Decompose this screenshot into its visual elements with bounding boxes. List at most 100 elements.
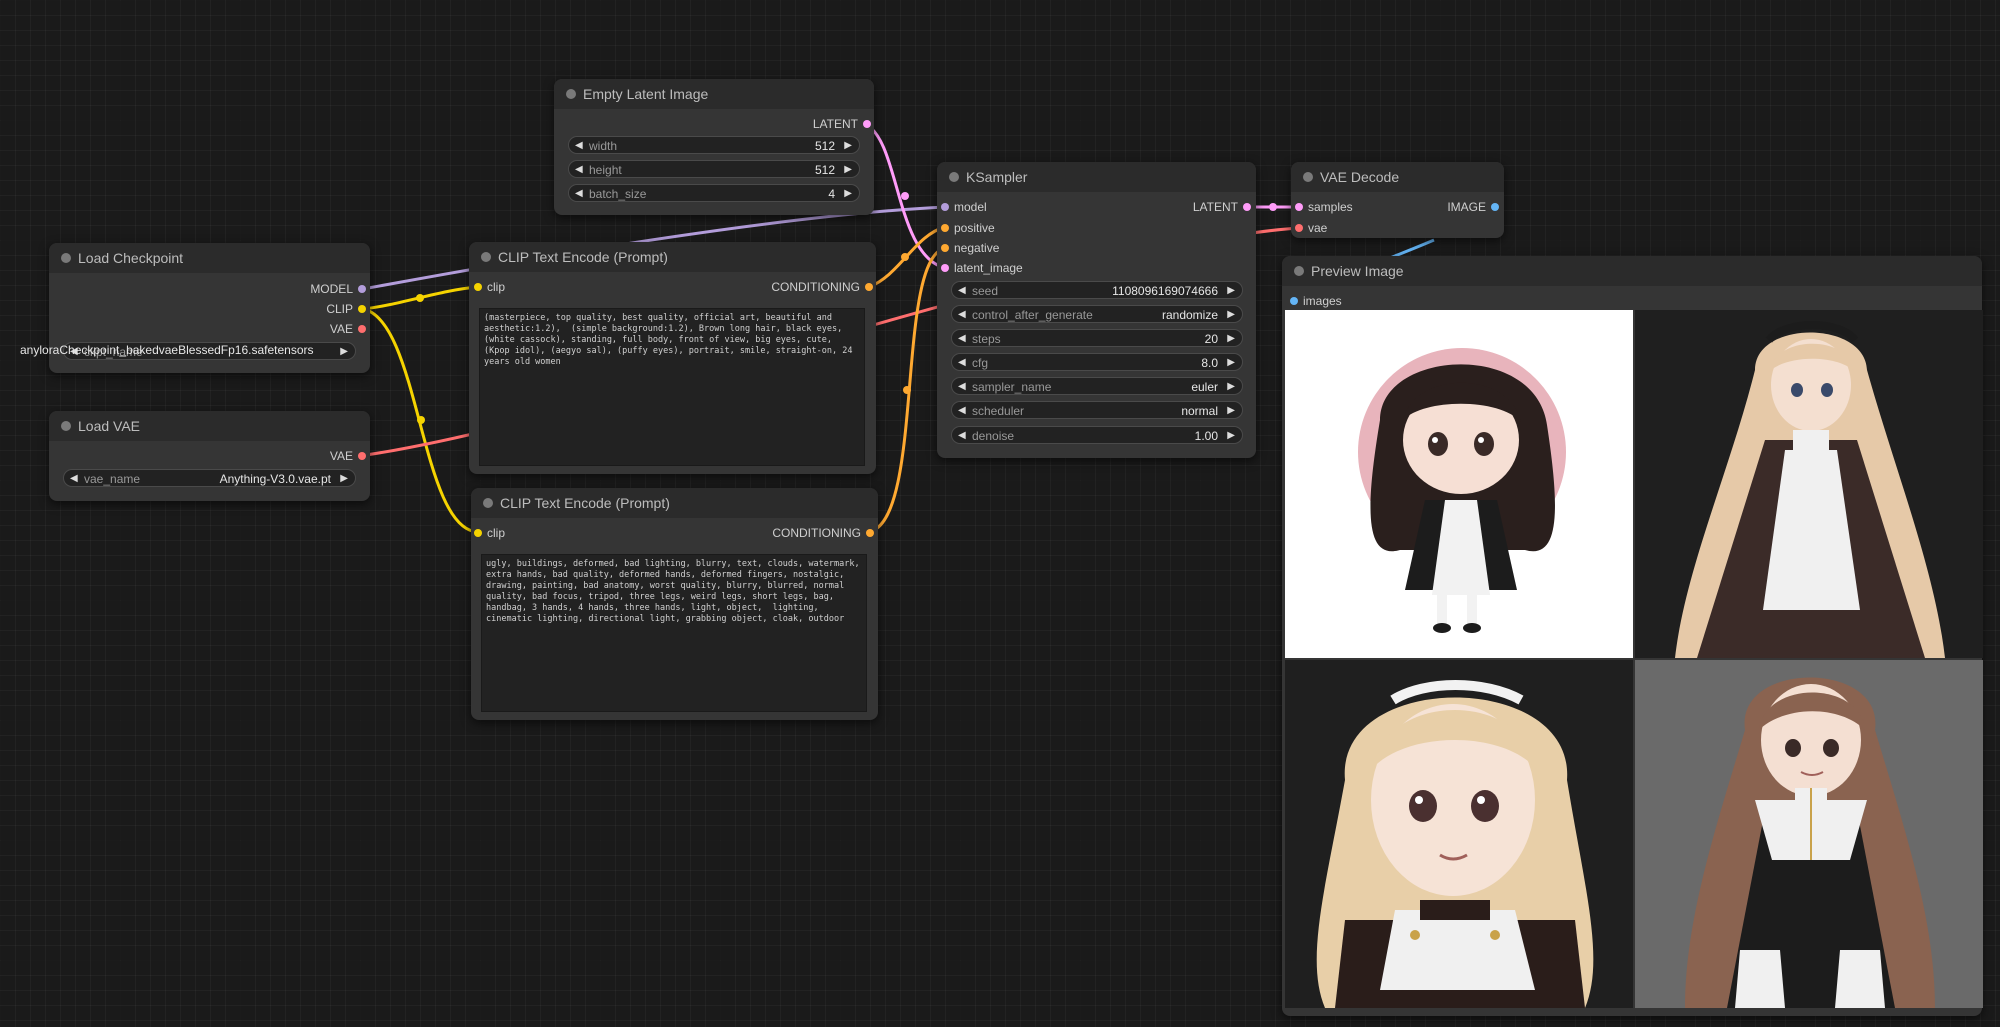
widget-scheduler[interactable]: ◀ scheduler normal ▶: [951, 401, 1243, 419]
widget-control-after-generate[interactable]: ◀ control_after_generate randomize ▶: [951, 305, 1243, 323]
node-title-bar[interactable]: Empty Latent Image: [554, 79, 874, 109]
collapse-toggle-icon[interactable]: [1294, 266, 1304, 276]
decrement-arrow-icon[interactable]: ◀: [958, 378, 966, 396]
node-title-bar[interactable]: Load Checkpoint: [49, 243, 370, 273]
negative-prompt-textarea[interactable]: ugly, buildings, deformed, bad lighting,…: [481, 554, 867, 712]
vae-slot-icon[interactable]: [358, 452, 366, 460]
preview-image-3[interactable]: [1285, 660, 1633, 1008]
conditioning-slot-icon[interactable]: [866, 529, 874, 537]
preview-image-4[interactable]: [1635, 660, 1983, 1008]
decrement-arrow-icon[interactable]: ◀: [958, 306, 966, 324]
input-model[interactable]: model: [941, 198, 1061, 216]
increment-arrow-icon[interactable]: ▶: [844, 137, 852, 155]
node-graph-canvas[interactable]: Empty Latent Image LATENT ◀ width 512 ▶ …: [0, 0, 2000, 1027]
output-conditioning[interactable]: CONDITIONING: [733, 278, 873, 296]
increment-arrow-icon[interactable]: ▶: [1227, 330, 1235, 348]
collapse-toggle-icon[interactable]: [1303, 172, 1313, 182]
prompt-textarea[interactable]: (masterpiece, top quality, best quality,…: [479, 308, 865, 466]
node-clip-text-encode-negative[interactable]: CLIP Text Encode (Prompt) clip CONDITION…: [471, 488, 878, 720]
input-clip[interactable]: clip: [474, 278, 554, 296]
node-title-bar[interactable]: KSampler: [937, 162, 1256, 192]
decrement-arrow-icon[interactable]: ◀: [958, 402, 966, 420]
decrement-arrow-icon[interactable]: ◀: [575, 161, 583, 179]
input-latent-image[interactable]: latent_image: [941, 259, 1061, 277]
widget-batch-size[interactable]: ◀ batch_size 4 ▶: [568, 184, 860, 202]
node-empty-latent-image[interactable]: Empty Latent Image LATENT ◀ width 512 ▶ …: [554, 79, 874, 215]
output-vae[interactable]: VAE: [246, 447, 366, 465]
node-title-bar[interactable]: CLIP Text Encode (Prompt): [471, 488, 878, 518]
vae-slot-icon[interactable]: [1295, 224, 1303, 232]
preview-image-2[interactable]: [1635, 310, 1983, 658]
clip-slot-icon[interactable]: [474, 283, 482, 291]
clip-slot-icon[interactable]: [474, 529, 482, 537]
node-ksampler[interactable]: KSampler model positive negative latent_…: [937, 162, 1256, 458]
increment-arrow-icon[interactable]: ▶: [844, 161, 852, 179]
input-negative[interactable]: negative: [941, 239, 1061, 257]
collapse-toggle-icon[interactable]: [61, 253, 71, 263]
widget-sampler-name[interactable]: ◀ sampler_name euler ▶: [951, 377, 1243, 395]
input-positive[interactable]: positive: [941, 219, 1061, 237]
image-slot-icon[interactable]: [1491, 203, 1499, 211]
increment-arrow-icon[interactable]: ▶: [340, 343, 348, 361]
collapse-toggle-icon[interactable]: [483, 498, 493, 508]
node-title-bar[interactable]: VAE Decode: [1291, 162, 1504, 192]
latent-slot-icon[interactable]: [863, 120, 871, 128]
decrement-arrow-icon[interactable]: ◀: [958, 354, 966, 372]
increment-arrow-icon[interactable]: ▶: [1227, 282, 1235, 300]
increment-arrow-icon[interactable]: ▶: [340, 470, 348, 488]
increment-arrow-icon[interactable]: ▶: [1227, 354, 1235, 372]
increment-arrow-icon[interactable]: ▶: [1227, 306, 1235, 324]
node-vae-decode[interactable]: VAE Decode samples vae IMAGE: [1291, 162, 1504, 238]
output-model[interactable]: MODEL: [246, 280, 366, 298]
decrement-arrow-icon[interactable]: ◀: [575, 185, 583, 203]
widget-denoise[interactable]: ◀ denoise 1.00 ▶: [951, 426, 1243, 444]
vae-slot-icon[interactable]: [358, 325, 366, 333]
conditioning-slot-icon[interactable]: [941, 244, 949, 252]
preview-image-1[interactable]: [1285, 310, 1633, 658]
widget-width[interactable]: ◀ width 512 ▶: [568, 136, 860, 154]
increment-arrow-icon[interactable]: ▶: [1227, 402, 1235, 420]
widget-vae-name[interactable]: ◀ vae_name Anything-V3.0.vae.pt ▶: [63, 469, 356, 487]
decrement-arrow-icon[interactable]: ◀: [70, 470, 78, 488]
node-title-bar[interactable]: Load VAE: [49, 411, 370, 441]
input-samples[interactable]: samples: [1295, 198, 1395, 216]
collapse-toggle-icon[interactable]: [61, 421, 71, 431]
decrement-arrow-icon[interactable]: ◀: [575, 137, 583, 155]
clip-slot-icon[interactable]: [358, 305, 366, 313]
output-conditioning[interactable]: CONDITIONING: [734, 524, 874, 542]
node-title-bar[interactable]: Preview Image: [1282, 256, 1982, 286]
widget-cfg[interactable]: ◀ cfg 8.0 ▶: [951, 353, 1243, 371]
increment-arrow-icon[interactable]: ▶: [844, 185, 852, 203]
node-load-vae[interactable]: Load VAE VAE ◀ vae_name Anything-V3.0.va…: [49, 411, 370, 501]
node-preview-image[interactable]: Preview Image images: [1282, 256, 1983, 1016]
widget-steps[interactable]: ◀ steps 20 ▶: [951, 329, 1243, 347]
collapse-toggle-icon[interactable]: [481, 252, 491, 262]
output-latent[interactable]: LATENT: [1151, 198, 1251, 216]
node-clip-text-encode-positive[interactable]: CLIP Text Encode (Prompt) clip CONDITION…: [469, 242, 876, 474]
conditioning-slot-icon[interactable]: [941, 224, 949, 232]
decrement-arrow-icon[interactable]: ◀: [958, 427, 966, 445]
collapse-toggle-icon[interactable]: [566, 89, 576, 99]
input-clip[interactable]: clip: [474, 524, 554, 542]
widget-height[interactable]: ◀ height 512 ▶: [568, 160, 860, 178]
latent-slot-icon[interactable]: [1295, 203, 1303, 211]
output-clip[interactable]: CLIP: [246, 300, 366, 318]
input-images[interactable]: images: [1290, 292, 1390, 310]
conditioning-slot-icon[interactable]: [865, 283, 873, 291]
collapse-toggle-icon[interactable]: [949, 172, 959, 182]
image-slot-icon[interactable]: [1290, 297, 1298, 305]
decrement-arrow-icon[interactable]: ◀: [958, 330, 966, 348]
increment-arrow-icon[interactable]: ▶: [1227, 427, 1235, 445]
output-image[interactable]: IMAGE: [1409, 198, 1499, 216]
latent-slot-icon[interactable]: [1243, 203, 1251, 211]
output-vae[interactable]: VAE: [246, 320, 366, 338]
model-slot-icon[interactable]: [358, 285, 366, 293]
widget-seed[interactable]: ◀ seed 1108096169074666 ▶: [951, 281, 1243, 299]
increment-arrow-icon[interactable]: ▶: [1227, 378, 1235, 396]
input-vae[interactable]: vae: [1295, 219, 1395, 237]
latent-slot-icon[interactable]: [941, 264, 949, 272]
output-latent[interactable]: LATENT: [751, 115, 871, 133]
decrement-arrow-icon[interactable]: ◀: [958, 282, 966, 300]
model-slot-icon[interactable]: [941, 203, 949, 211]
node-title-bar[interactable]: CLIP Text Encode (Prompt): [469, 242, 876, 272]
